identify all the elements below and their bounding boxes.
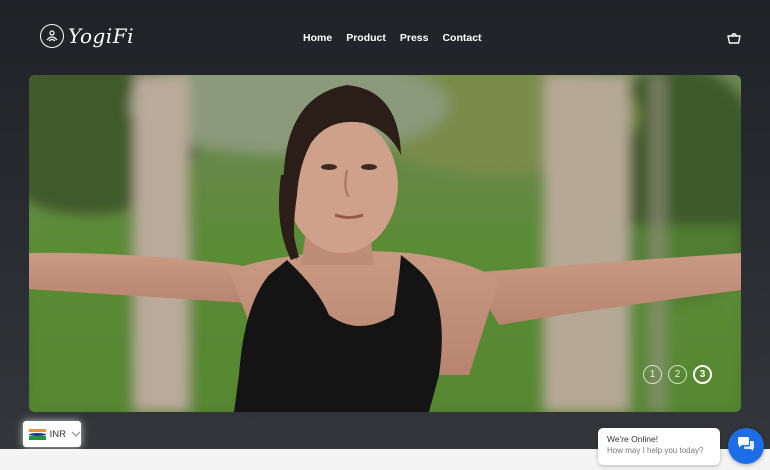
india-flag-icon xyxy=(29,428,46,440)
currency-selector[interactable]: INR xyxy=(23,421,81,447)
carousel-dot-2[interactable]: 2 xyxy=(668,365,687,384)
chevron-down-icon xyxy=(71,425,81,443)
chat-subtitle: How may I help you today? xyxy=(607,446,704,455)
main-nav: Home Product Press Contact xyxy=(303,32,482,44)
chat-launcher-button[interactable] xyxy=(728,428,764,464)
currency-code: INR xyxy=(49,428,66,440)
yogifi-logo[interactable]: YogiFi xyxy=(40,24,134,48)
carousel-dot-3[interactable]: 3 xyxy=(693,365,712,384)
chat-title: We're Online! xyxy=(607,434,659,444)
nav-home[interactable]: Home xyxy=(303,32,332,44)
carousel-pagination: 1 2 3 xyxy=(643,365,712,384)
nav-contact[interactable]: Contact xyxy=(442,32,481,44)
chat-greeting-bubble[interactable]: We're Online! How may I help you today? xyxy=(598,428,720,465)
nav-press[interactable]: Press xyxy=(400,32,429,44)
hero-image xyxy=(29,75,741,412)
lotus-icon xyxy=(40,24,64,48)
hero-carousel[interactable]: 1 2 3 xyxy=(29,75,741,412)
carousel-dot-1[interactable]: 1 xyxy=(643,365,662,384)
cart-basket-icon[interactable] xyxy=(726,30,742,46)
chat-icon xyxy=(737,436,755,457)
site-header: YogiFi Home Product Press Contact xyxy=(0,0,770,75)
brand-name: YogiFi xyxy=(68,24,134,48)
nav-product[interactable]: Product xyxy=(346,32,386,44)
